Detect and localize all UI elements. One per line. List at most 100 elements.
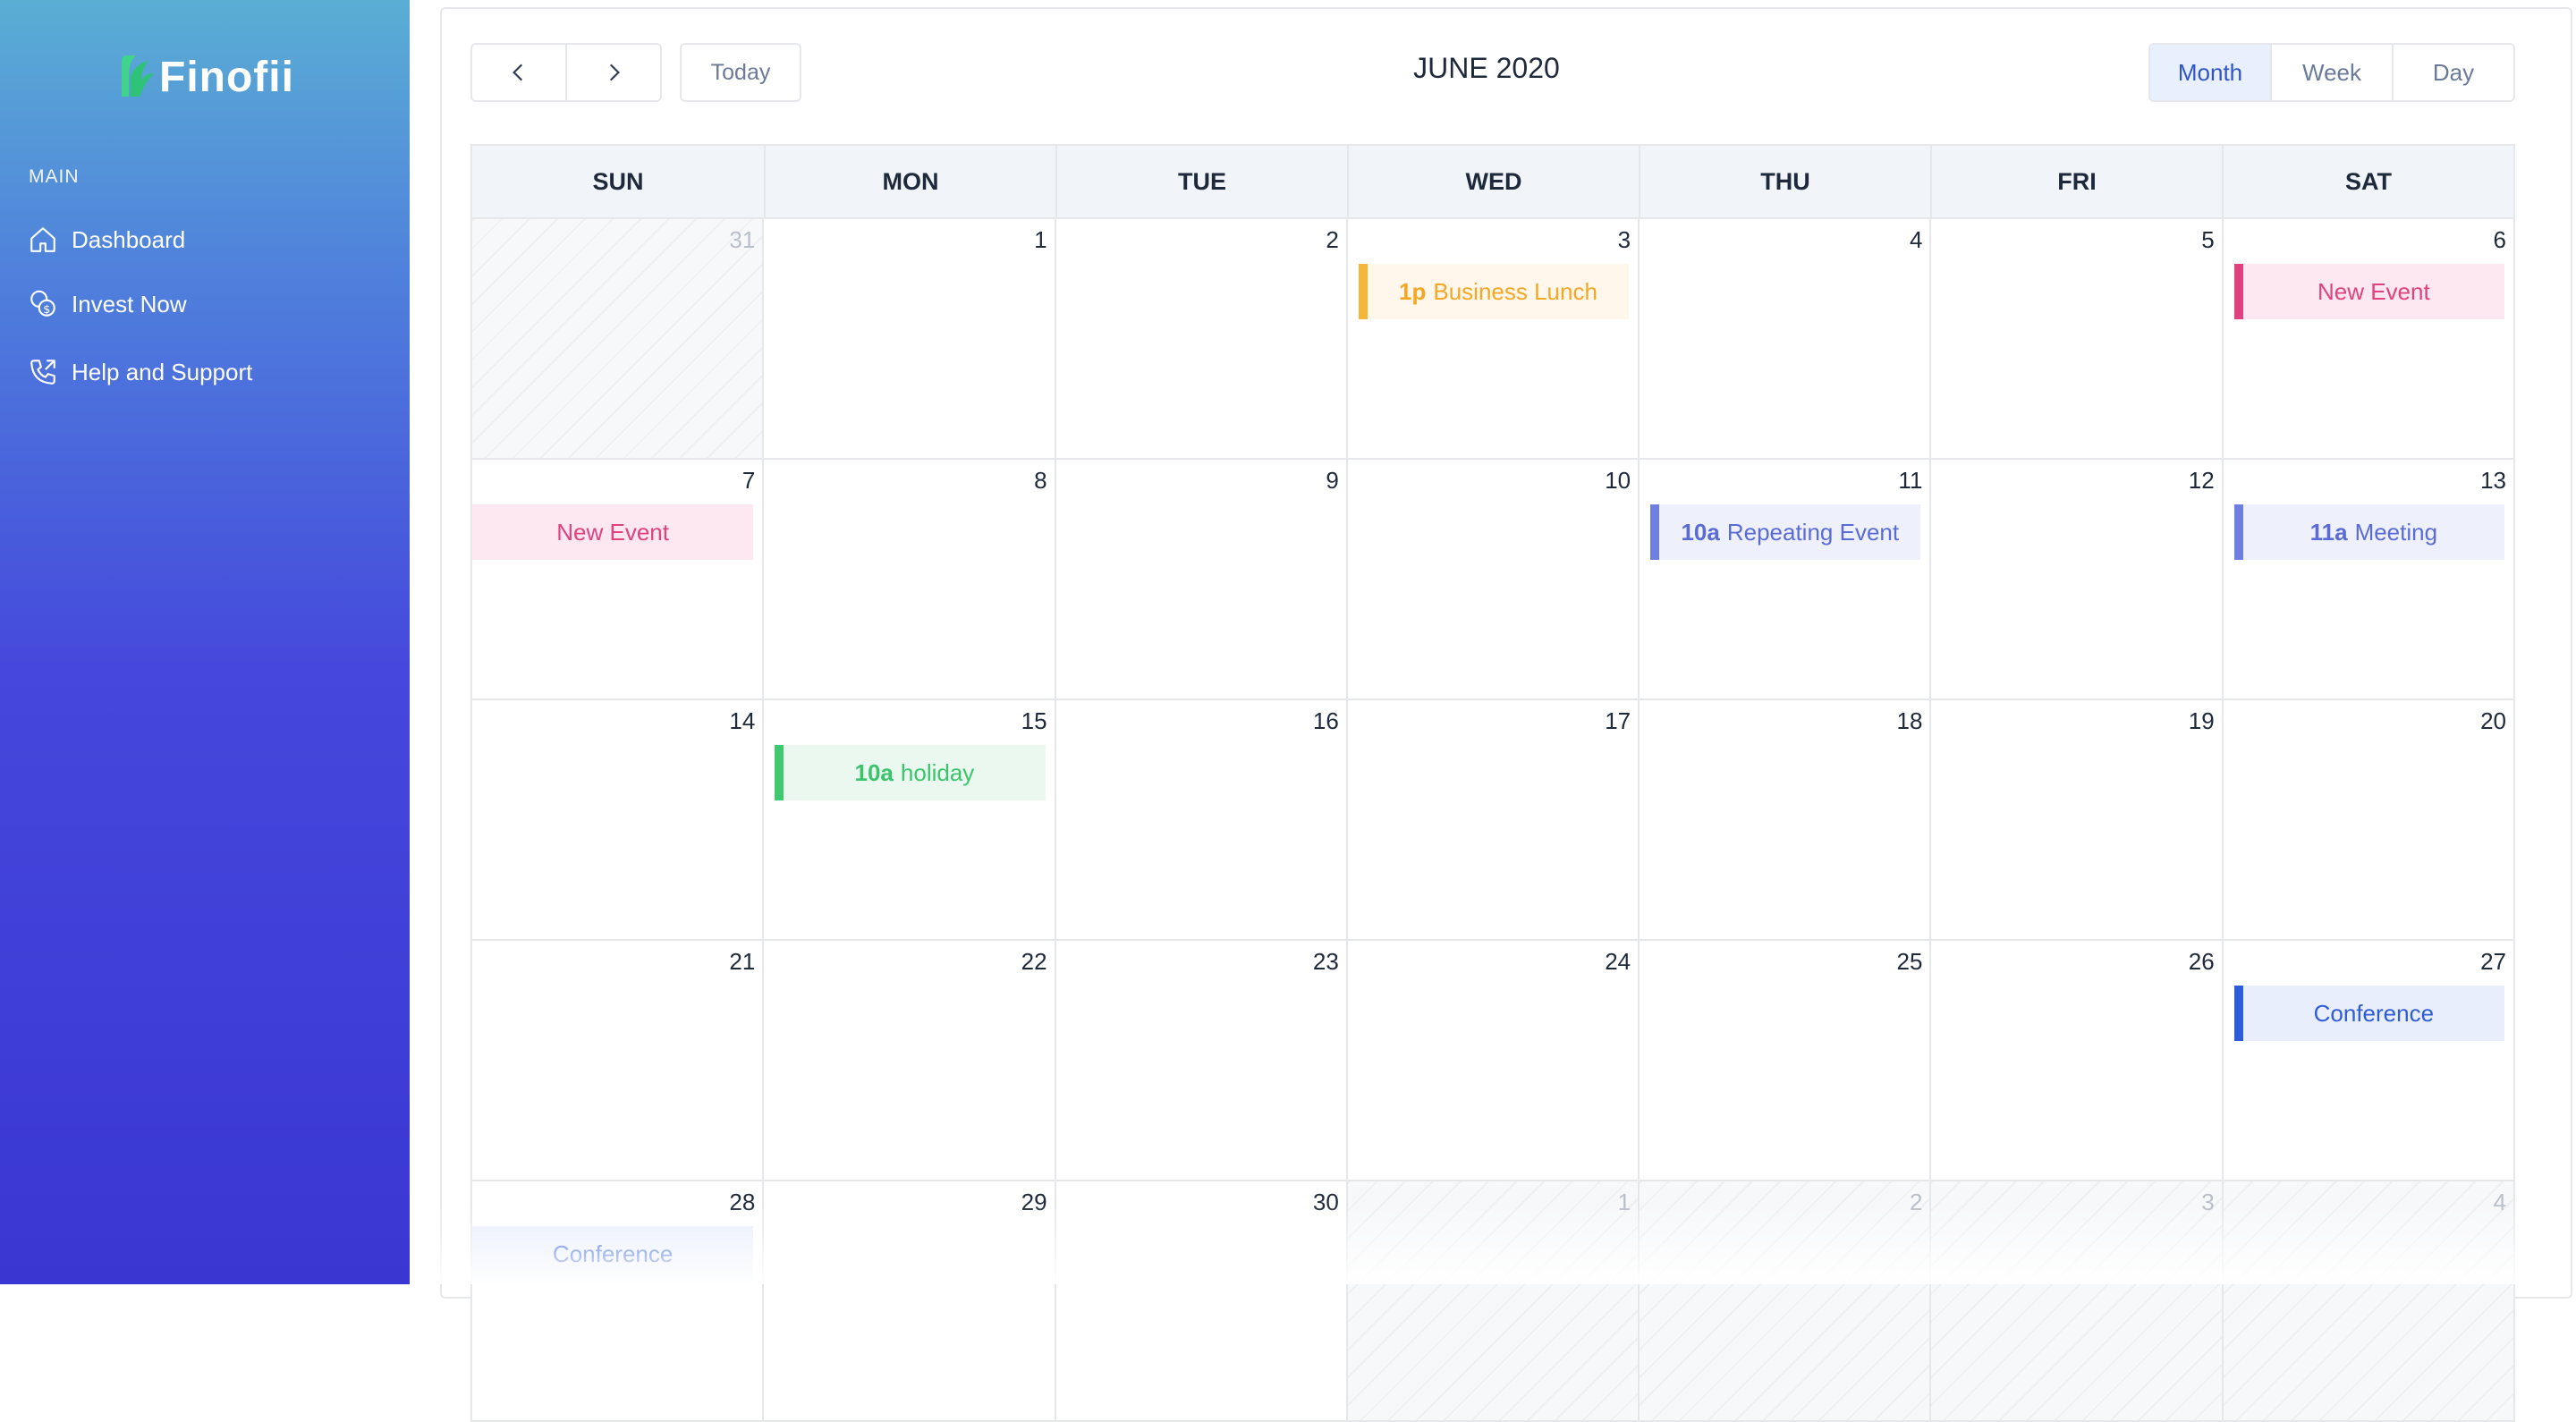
day-number[interactable]: 26 [2189, 948, 2215, 976]
day-number[interactable]: 25 [1897, 948, 1923, 976]
day-number[interactable]: 29 [1021, 1189, 1047, 1216]
day-number[interactable]: 18 [1897, 707, 1923, 735]
day-cell[interactable]: 24 [1347, 941, 1640, 1181]
day-number[interactable]: 16 [1313, 707, 1339, 735]
day-number[interactable]: 21 [729, 948, 755, 976]
day-cell[interactable]: 18 [1640, 700, 1932, 941]
coins-icon: $ [27, 288, 59, 320]
day-number[interactable]: 24 [1605, 948, 1631, 976]
day-cell[interactable]: 30 [1055, 1181, 1348, 1422]
view-day-button[interactable]: Day [2392, 45, 2513, 100]
day-number[interactable]: 12 [2189, 467, 2215, 495]
view-month-button[interactable]: Month [2150, 45, 2270, 100]
today-button[interactable]: Today [680, 43, 801, 102]
day-cell[interactable]: 21 [472, 941, 765, 1181]
event-time: 1p [1399, 277, 1427, 305]
day-number[interactable]: 8 [1034, 467, 1046, 495]
day-cell[interactable]: 25 [1640, 941, 1932, 1181]
day-cell[interactable]: 26 [1931, 941, 2224, 1181]
day-cell[interactable]: 13 11a Meeting [2223, 460, 2515, 700]
day-cell[interactable]: 2 [1640, 1181, 1932, 1422]
day-number[interactable]: 27 [2480, 948, 2506, 976]
day-cell[interactable]: 7 New Event [472, 460, 765, 700]
sidebar-item-dashboard[interactable]: Dashboard [27, 218, 185, 261]
weeks-grid: 31 1 2 3 1p Business Lunch 4 5 6 New Event 7 New Ev… [470, 219, 2515, 1422]
day-cell[interactable]: 10 [1347, 460, 1640, 700]
day-number[interactable]: 4 [1910, 226, 1922, 254]
event-title: holiday [900, 758, 975, 786]
day-cell[interactable]: 23 [1055, 941, 1348, 1181]
day-cell[interactable]: 14 [472, 700, 765, 941]
view-week-button[interactable]: Week [2270, 45, 2392, 100]
day-number[interactable]: 1 [1618, 1189, 1631, 1216]
day-number[interactable]: 17 [1605, 707, 1631, 735]
calendar-event[interactable]: 10a Repeating Event [1650, 504, 1921, 560]
day-cell[interactable]: 19 [1931, 700, 2224, 941]
calendar-event[interactable]: Conference [2233, 986, 2504, 1041]
day-number[interactable]: 13 [2480, 467, 2506, 495]
day-number[interactable]: 11 [1898, 467, 1922, 495]
day-number[interactable]: 31 [729, 226, 755, 254]
sidebar: Finofii MAIN Dashboard $ Invest Now Help… [0, 0, 410, 1284]
day-cell[interactable]: 6 New Event [2223, 219, 2515, 460]
day-number[interactable]: 6 [2494, 226, 2506, 254]
day-cell[interactable]: 3 [1931, 1181, 2224, 1422]
day-number[interactable]: 14 [729, 707, 755, 735]
day-cell[interactable]: 15 10a holiday [764, 700, 1056, 941]
day-number[interactable]: 3 [2201, 1189, 2214, 1216]
day-cell[interactable]: 1 [764, 219, 1056, 460]
calendar-event[interactable]: 11a Meeting [2233, 504, 2504, 560]
day-number[interactable]: 4 [2494, 1189, 2506, 1216]
day-number[interactable]: 9 [1326, 467, 1338, 495]
calendar-event[interactable]: New Event [472, 504, 754, 560]
weekday-header-row: SUN MON TUE WED THU FRI SAT [470, 144, 2515, 219]
day-cell[interactable]: 17 [1347, 700, 1640, 941]
day-cell[interactable]: 11 10a Repeating Event [1640, 460, 1932, 700]
day-number[interactable]: 15 [1021, 707, 1047, 735]
day-number[interactable]: 1 [1034, 226, 1046, 254]
day-number[interactable]: 2 [1910, 1189, 1922, 1216]
calendar-event[interactable]: New Event [2233, 264, 2504, 319]
day-number[interactable]: 30 [1313, 1189, 1339, 1216]
day-cell[interactable]: 12 [1931, 460, 2224, 700]
event-time: 11a [2309, 518, 2348, 546]
day-cell[interactable]: 29 [764, 1181, 1056, 1422]
day-number[interactable]: 28 [729, 1189, 755, 1216]
brand-logo[interactable]: Finofii [118, 50, 294, 104]
prev-month-button[interactable] [472, 45, 565, 100]
sidebar-item-help-and-support[interactable]: Help and Support [27, 351, 252, 394]
calendar-event[interactable]: 1p Business Lunch [1358, 264, 1630, 319]
day-cell[interactable]: 5 [1931, 219, 2224, 460]
day-number[interactable]: 23 [1313, 948, 1339, 976]
day-cell[interactable]: 3 1p Business Lunch [1347, 219, 1640, 460]
day-number[interactable]: 5 [2201, 226, 2214, 254]
day-cell[interactable]: 28 Conference [472, 1181, 765, 1422]
day-cell[interactable]: 16 [1055, 700, 1348, 941]
day-cell[interactable]: 1 [1347, 1181, 1640, 1422]
weekday-header: FRI [1930, 146, 2222, 217]
day-number[interactable]: 2 [1326, 226, 1338, 254]
day-number[interactable]: 7 [742, 467, 755, 495]
day-cell[interactable]: 4 [1640, 219, 1932, 460]
day-number[interactable]: 3 [1618, 226, 1631, 254]
event-title: Conference [552, 1240, 674, 1267]
sidebar-item-invest-now[interactable]: $ Invest Now [27, 283, 187, 326]
day-cell[interactable]: 22 [764, 941, 1056, 1181]
day-cell[interactable]: 2 [1055, 219, 1348, 460]
day-cell[interactable]: 31 [472, 219, 765, 460]
day-number[interactable]: 19 [2189, 707, 2215, 735]
calendar-title: JUNE 2020 [1413, 52, 1560, 84]
day-number[interactable]: 20 [2480, 707, 2506, 735]
calendar-event[interactable]: Conference [472, 1226, 754, 1282]
day-number[interactable]: 22 [1021, 948, 1047, 976]
day-cell[interactable]: 20 [2223, 700, 2515, 941]
day-number[interactable]: 10 [1605, 467, 1631, 495]
day-cell[interactable]: 8 [764, 460, 1056, 700]
view-switcher: Month Week Day [2148, 43, 2515, 102]
day-cell[interactable]: 27 Conference [2223, 941, 2515, 1181]
calendar-event[interactable]: 10a holiday [775, 745, 1046, 800]
day-cell[interactable]: 9 [1055, 460, 1348, 700]
chevron-left-icon [513, 63, 523, 81]
day-cell[interactable]: 4 [2223, 1181, 2515, 1422]
next-month-button[interactable] [565, 45, 660, 100]
